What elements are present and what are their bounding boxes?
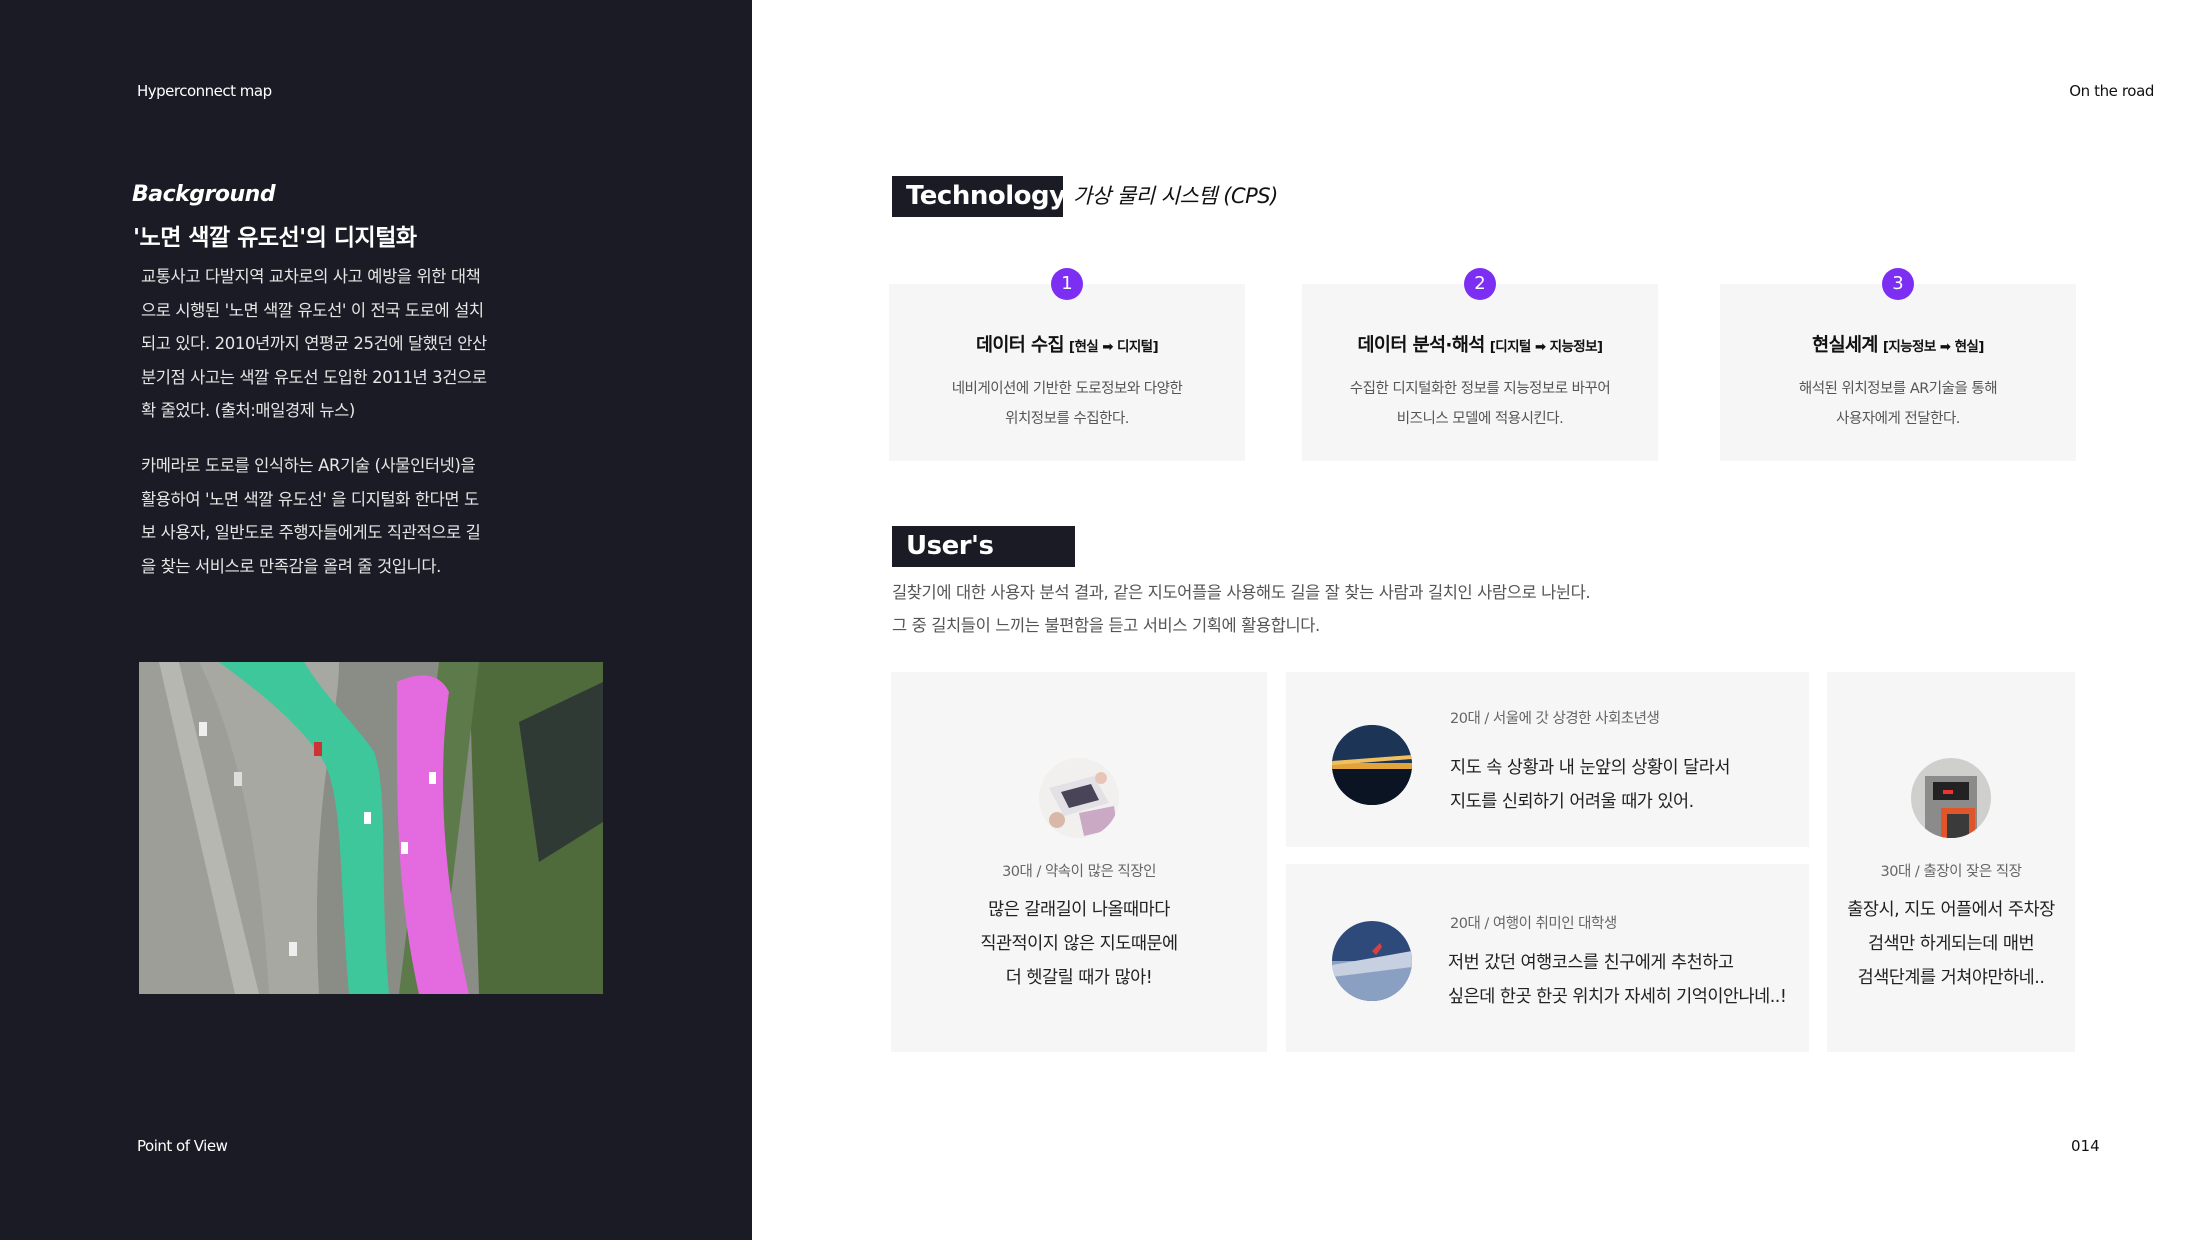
background-paragraph-1: 교통사고 다발지역 교차로의 사고 예방을 위한 대책으로 시행된 '노면 색깔…	[141, 267, 487, 420]
avatar-laptop-photo	[1039, 758, 1119, 838]
section-label: On the road	[2069, 82, 2154, 100]
persona-quote: 많은 갈래길이 나올때마다 직관적이지 않은 지도때문에 더 헷갈릴 때가 많아…	[980, 900, 1178, 988]
voice-card-business-traveler: 30대 / 출장이 잦은 직장 출장시, 지도 어플에서 주차장 검색만 하게되…	[1827, 672, 2075, 1052]
tech-card-desc: 해석된 위치정보를 AR기술을 통해 사용자에게 전달한다.	[1798, 381, 1998, 427]
background-paragraph-2: 카메라로 도로를 인식하는 AR기술 (사물인터넷)을 활용하여 '노면 색깔 …	[141, 456, 481, 576]
avatar-parking-machine-photo	[1911, 758, 1991, 838]
users-voice-tag: User's Voice	[892, 526, 1075, 602]
page-number: 014	[2071, 1137, 2100, 1155]
voice-card-student: 20대 / 여행이 취미인 대학생 저번 갔던 여행코스를 친구에게 추천하고 …	[1286, 864, 1809, 1052]
persona-meta: 20대 / 여행이 취미인 대학생	[1450, 916, 1617, 932]
road-guide-line-photo	[139, 662, 603, 994]
background-title: Background	[132, 182, 276, 207]
voice-card-newcomer: 20대 / 서울에 갓 상경한 사회초년생 지도 속 상황과 내 눈앞의 상황이…	[1286, 672, 1809, 847]
technology-subtitle: 가상 물리 시스템 (CPS)	[1073, 184, 1278, 208]
step-badge: 1	[1051, 268, 1083, 300]
tech-card-data-collection: 1 데이터 수집 [현실 ➡ 디지털] 네비게이션에 기반한 도로정보와 다양한 위…	[889, 268, 1245, 461]
persona-quote: 지도 속 상황과 내 눈앞의 상황이 달라서 지도를 신뢰하기 어려울 때가 있…	[1450, 758, 1730, 812]
avatar-night-bridge-photo	[1332, 725, 1412, 805]
technology-tag: Technology	[892, 176, 1066, 217]
users-voice-description: 길찾기에 대한 사용자 분석 결과, 같은 지도어플을 사용해도 길을 잘 찾는…	[892, 583, 1591, 635]
brand-label: Hyperconnect map	[137, 82, 272, 100]
tech-card-data-analysis: 2 데이터 분석·해석 [디지털 ➡ 지능정보] 수집한 디지털화한 정보를 지능…	[1302, 268, 1658, 461]
tech-card-title: 데이터 분석·해석 [디지털 ➡ 지능정보]	[1357, 335, 1603, 356]
step-badge: 2	[1464, 268, 1496, 300]
persona-quote: 출장시, 지도 어플에서 주차장 검색만 하게되는데 매번 검색단계를 거쳐야만…	[1847, 900, 2055, 988]
tech-card-real-world: 3 현실세계 [지능정보 ➡ 현실] 해석된 위치정보를 AR기술을 통해 사용자에…	[1720, 268, 2076, 461]
left-panel: Hyperconnect map Background '노면 색깔 유도선'의…	[0, 0, 752, 1240]
tech-card-title: 데이터 수집 [현실 ➡ 디지털]	[975, 335, 1159, 356]
persona-quote: 저번 갔던 여행코스를 친구에게 추천하고 싶은데 한곳 한곳 위치가 자세히 …	[1448, 953, 1787, 1007]
voice-card-office-worker: 30대 / 약속이 많은 직장인 많은 갈래길이 나올때마다 직관적이지 않은 …	[891, 672, 1267, 1052]
tech-card-desc: 네비게이션에 기반한 도로정보와 다양한 위치정보를 수집한다.	[951, 381, 1183, 427]
tech-card-desc: 수집한 디지털화한 정보를 지능정보로 바꾸어 비즈니스 모델에 적용시킨다.	[1349, 381, 1611, 427]
tech-card-title: 현실세계 [지능정보 ➡ 현실]	[1812, 335, 1984, 356]
avatar-airplane-wing-photo	[1332, 921, 1412, 1001]
persona-meta: 30대 / 약속이 많은 직장인	[1002, 864, 1156, 880]
point-of-view-label: Point of View	[137, 1137, 228, 1155]
persona-meta: 20대 / 서울에 갓 상경한 사회초년생	[1450, 711, 1660, 727]
background-subtitle: '노면 색깔 유도선'의 디지털화	[133, 225, 417, 251]
step-badge: 3	[1882, 268, 1914, 300]
persona-meta: 30대 / 출장이 잦은 직장	[1880, 864, 2023, 880]
